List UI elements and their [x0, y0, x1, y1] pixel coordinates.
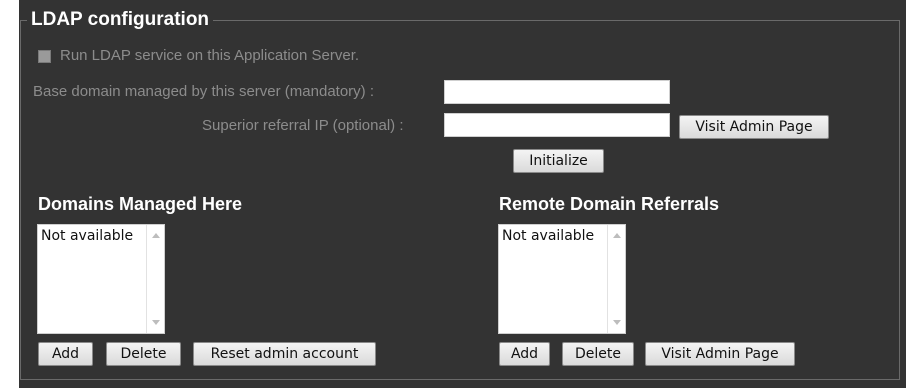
superior-referral-label: Superior referral IP (optional) : — [202, 117, 404, 134]
superior-referral-input[interactable] — [444, 113, 670, 137]
base-domain-label: Base domain managed by this server (mand… — [33, 83, 374, 100]
run-ldap-label: Run LDAP service on this Application Ser… — [60, 47, 360, 64]
remote-referrals-heading: Remote Domain Referrals — [499, 194, 720, 214]
scrollbar[interactable] — [607, 225, 625, 333]
domains-add-button[interactable]: Add — [38, 342, 93, 366]
referrals-add-button[interactable]: Add — [499, 342, 550, 366]
referrals-delete-button[interactable]: Delete — [562, 342, 634, 366]
domains-delete-button[interactable]: Delete — [106, 342, 181, 366]
referrals-visit-admin-button[interactable]: Visit Admin Page — [645, 342, 795, 366]
list-item[interactable]: Not available — [502, 228, 594, 244]
base-domain-input[interactable] — [444, 80, 670, 104]
reset-admin-account-button[interactable]: Reset admin account — [193, 342, 376, 366]
domains-managed-listbox[interactable]: Not available — [37, 224, 165, 334]
scrollbar[interactable] — [146, 225, 164, 333]
list-item[interactable]: Not available — [41, 228, 133, 244]
scroll-down-icon[interactable] — [613, 320, 621, 325]
domains-managed-heading: Domains Managed Here — [38, 194, 243, 214]
scroll-up-icon[interactable] — [613, 233, 621, 238]
visit-admin-page-button[interactable]: Visit Admin Page — [679, 115, 829, 139]
scroll-down-icon[interactable] — [152, 320, 160, 325]
run-ldap-checkbox[interactable] — [38, 50, 51, 63]
remote-referrals-listbox[interactable]: Not available — [498, 224, 626, 334]
initialize-button[interactable]: Initialize — [513, 149, 604, 173]
scroll-up-icon[interactable] — [152, 233, 160, 238]
ldap-legend: LDAP configuration — [27, 9, 214, 31]
